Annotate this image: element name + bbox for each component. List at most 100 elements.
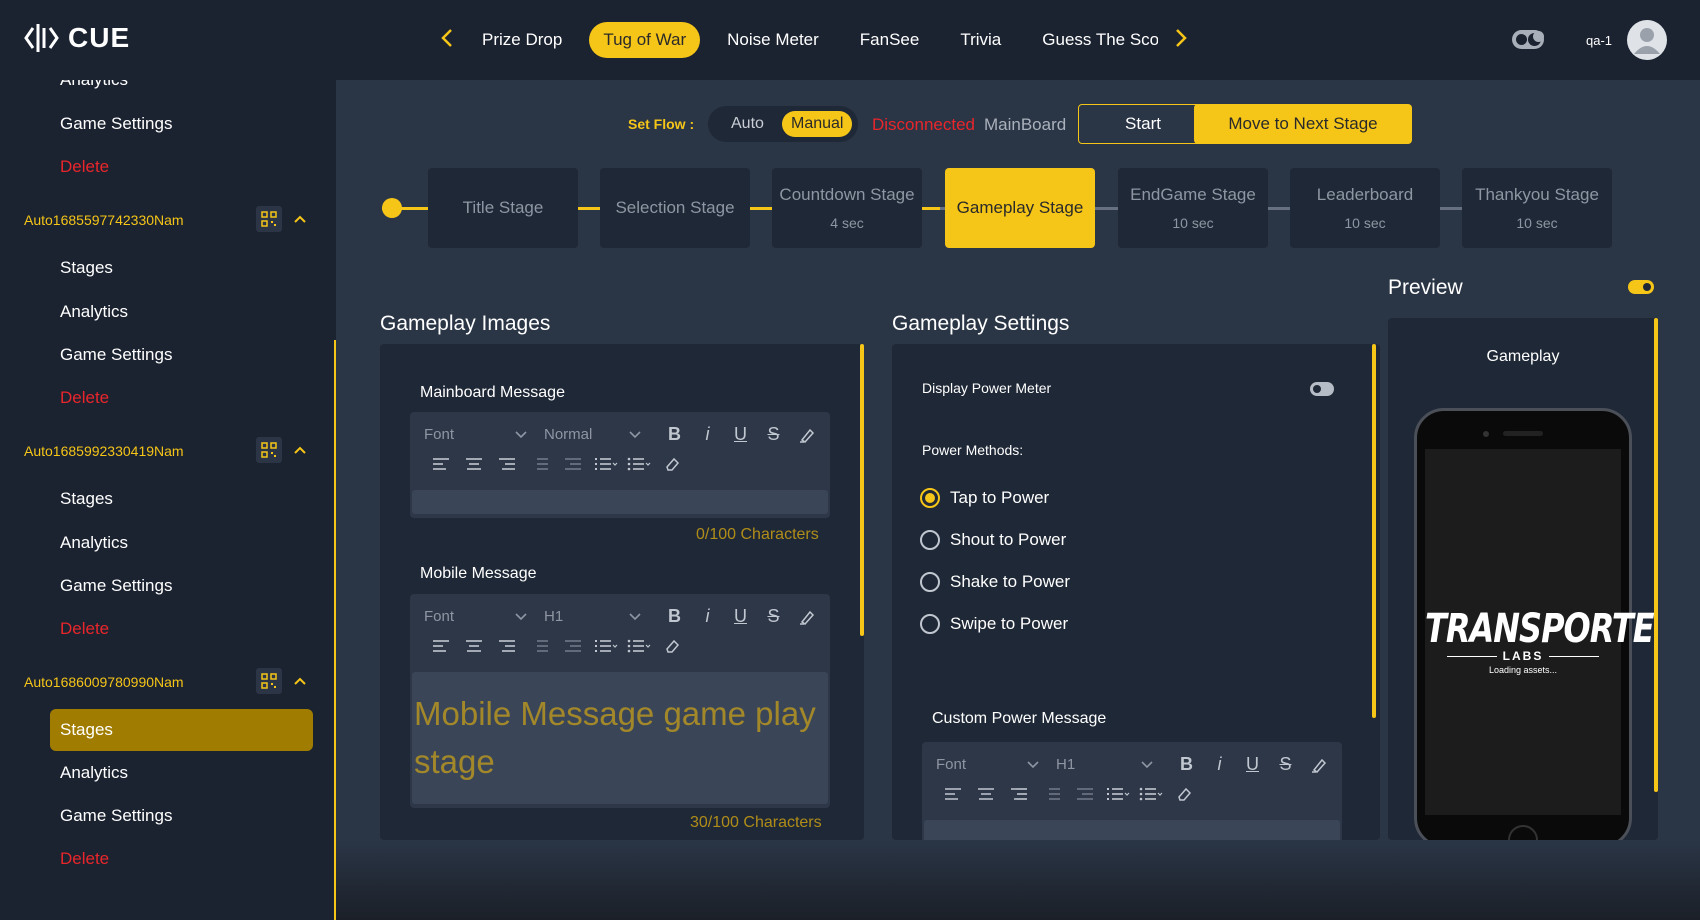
stage-endgame[interactable]: EndGame Stage 10 sec <box>1118 168 1268 248</box>
underline-icon[interactable]: U <box>724 424 757 445</box>
bold-icon[interactable]: B <box>658 606 691 627</box>
bullet-list-icon[interactable] <box>622 457 655 471</box>
stage-countdown[interactable]: Countdown Stage 4 sec <box>772 168 922 248</box>
sidebar-item-delete[interactable]: Delete <box>60 388 109 408</box>
sidebar-item-game-settings[interactable]: Game Settings <box>60 114 172 134</box>
stage-leaderboard[interactable]: Leaderboard 10 sec <box>1290 168 1440 248</box>
stage-title[interactable]: Title Stage <box>428 168 578 248</box>
cue-logo[interactable]: CUE <box>24 20 130 56</box>
tab-tug-of-war[interactable]: Tug of War <box>589 22 701 58</box>
tab-trivia[interactable]: Trivia <box>946 22 1015 58</box>
align-center-icon[interactable] <box>969 787 1002 801</box>
size-select[interactable]: H1 <box>1056 756 1170 773</box>
tab-prize-drop[interactable]: Prize Drop <box>468 22 576 58</box>
power-method-swipe[interactable]: Swipe to Power <box>920 614 1068 634</box>
underline-icon[interactable]: U <box>724 606 757 627</box>
chevron-up-icon[interactable] <box>292 442 308 458</box>
start-button[interactable]: Start <box>1078 104 1208 144</box>
tab-fansee[interactable]: FanSee <box>846 22 934 58</box>
font-select[interactable]: Font <box>424 608 544 625</box>
sidebar-item-delete[interactable]: Delete <box>60 157 109 177</box>
outdent-icon[interactable] <box>556 639 589 653</box>
italic-icon[interactable]: i <box>691 606 724 627</box>
bullet-list-icon[interactable] <box>622 639 655 653</box>
theme-toggle[interactable] <box>1512 30 1544 49</box>
align-left-icon[interactable] <box>936 787 969 801</box>
tab-guess-the-score[interactable]: Guess The Sco <box>1028 22 1158 58</box>
flow-option-manual[interactable]: Manual <box>782 111 853 137</box>
power-method-shout[interactable]: Shout to Power <box>920 530 1066 550</box>
ordered-list-icon[interactable] <box>589 457 622 471</box>
size-select[interactable]: H1 <box>544 608 658 625</box>
display-power-meter-toggle[interactable] <box>1310 382 1334 396</box>
bold-icon[interactable]: B <box>658 424 691 445</box>
underline-icon[interactable]: U <box>1236 754 1269 775</box>
strikethrough-icon[interactable]: S <box>757 606 790 627</box>
align-center-icon[interactable] <box>457 639 490 653</box>
sidebar-item-analytics[interactable]: Analytics <box>60 533 128 553</box>
indent-icon[interactable] <box>1035 787 1068 801</box>
eraser-icon[interactable] <box>1167 786 1200 802</box>
align-right-icon[interactable] <box>1002 787 1035 801</box>
sidebar-item-delete[interactable]: Delete <box>60 619 109 639</box>
font-select[interactable]: Font <box>424 426 544 443</box>
highlight-icon[interactable] <box>790 608 823 626</box>
tabs-prev-button[interactable] <box>440 27 454 49</box>
eraser-icon[interactable] <box>655 638 688 654</box>
align-left-icon[interactable] <box>424 457 457 471</box>
font-select[interactable]: Font <box>936 756 1056 773</box>
ordered-list-icon[interactable] <box>1101 787 1134 801</box>
qr-code-button[interactable] <box>256 206 282 232</box>
sidebar-group-title[interactable]: Auto1686009780990Nam <box>24 674 184 690</box>
chevron-up-icon[interactable] <box>292 673 308 689</box>
qr-code-button[interactable] <box>256 668 282 694</box>
sidebar-item-analytics[interactable]: Analytics <box>60 80 128 90</box>
sidebar-group-title[interactable]: Auto1685992330419Nam <box>24 443 184 459</box>
sidebar-item-analytics[interactable]: Analytics <box>60 302 128 322</box>
stage-selection[interactable]: Selection Stage <box>600 168 750 248</box>
sidebar-item-stages[interactable]: Stages <box>60 258 113 278</box>
images-panel-scrollbar[interactable] <box>860 344 864 636</box>
highlight-icon[interactable] <box>790 426 823 444</box>
ordered-list-icon[interactable] <box>589 639 622 653</box>
align-right-icon[interactable] <box>490 639 523 653</box>
sidebar-item-delete[interactable]: Delete <box>60 849 109 869</box>
align-left-icon[interactable] <box>424 639 457 653</box>
outdent-icon[interactable] <box>556 457 589 471</box>
move-next-stage-button[interactable]: Move to Next Stage <box>1194 104 1412 144</box>
power-method-shake[interactable]: Shake to Power <box>920 572 1070 592</box>
preview-toggle[interactable] <box>1628 280 1654 294</box>
highlight-icon[interactable] <box>1302 756 1335 774</box>
sidebar-group-title[interactable]: Auto1685597742330Nam <box>24 212 184 228</box>
stage-gameplay[interactable]: Gameplay Stage <box>945 168 1095 248</box>
mobile-message-input[interactable]: Mobile Message game play stage <box>412 672 828 804</box>
eraser-icon[interactable] <box>655 456 688 472</box>
strikethrough-icon[interactable]: S <box>757 424 790 445</box>
flow-option-auto[interactable]: Auto <box>722 111 773 137</box>
sidebar-item-stages[interactable]: Stages <box>60 489 113 509</box>
outdent-icon[interactable] <box>1068 787 1101 801</box>
align-center-icon[interactable] <box>457 457 490 471</box>
indent-icon[interactable] <box>523 639 556 653</box>
align-right-icon[interactable] <box>490 457 523 471</box>
strikethrough-icon[interactable]: S <box>1269 754 1302 775</box>
italic-icon[interactable]: i <box>1203 754 1236 775</box>
preview-panel-scrollbar[interactable] <box>1654 318 1658 792</box>
custom-power-message-input[interactable] <box>924 820 1340 840</box>
sidebar-item-game-settings[interactable]: Game Settings <box>60 345 172 365</box>
settings-panel-scrollbar[interactable] <box>1372 344 1376 718</box>
bullet-list-icon[interactable] <box>1134 787 1167 801</box>
sidebar-item-stages-active[interactable]: Stages <box>60 720 113 740</box>
sidebar-item-analytics[interactable]: Analytics <box>60 763 128 783</box>
indent-icon[interactable] <box>523 457 556 471</box>
sidebar-item-game-settings[interactable]: Game Settings <box>60 806 172 826</box>
flow-mode-toggle[interactable]: Auto Manual <box>708 106 858 142</box>
power-method-tap[interactable]: Tap to Power <box>920 488 1049 508</box>
stage-thankyou[interactable]: Thankyou Stage 10 sec <box>1462 168 1612 248</box>
qr-code-button[interactable] <box>256 437 282 463</box>
chevron-up-icon[interactable] <box>292 211 308 227</box>
mainboard-message-input[interactable] <box>412 490 828 514</box>
italic-icon[interactable]: i <box>691 424 724 445</box>
tab-noise-meter[interactable]: Noise Meter <box>713 22 833 58</box>
avatar[interactable] <box>1627 20 1667 60</box>
